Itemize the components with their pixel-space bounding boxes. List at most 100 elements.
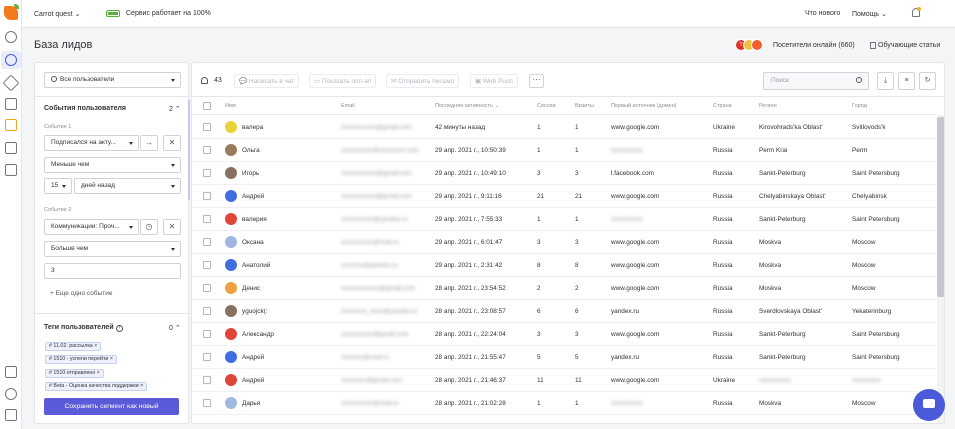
row-checkbox[interactable] [203,261,211,269]
send-email-button[interactable]: ✉ Отправить письмо [386,74,460,88]
tag-chip[interactable]: # Beta - Оценка качества поддержки × [45,382,148,391]
tag-chip[interactable]: # 11.02. рассылка × [45,342,102,351]
tag-chip[interactable]: # 1510 отправлено × [45,369,104,378]
event2-condition[interactable]: Больше чем [44,241,181,257]
event2-value-input[interactable]: 3 [44,263,181,279]
column-header[interactable]: Email [341,103,355,109]
lead-name[interactable]: Дарья [242,400,260,407]
remove-event1-button[interactable]: ✕ [163,135,181,151]
home-icon[interactable] [5,31,17,43]
column-header[interactable]: Страна [713,103,732,109]
table-row[interactable]: Ольга xxxxxxxxxx@xxxxxxxx.com 29 апр. 2021… [192,139,936,162]
analytics-icon[interactable] [5,164,17,176]
event1-condition[interactable]: Меньше чем [44,157,181,173]
table-row[interactable]: валера xxxxxxxxxxx@gmail.com 42 минуты наз… [192,116,936,139]
panel-scroll-indicator[interactable] [188,100,190,200]
row-checkbox[interactable] [203,353,211,361]
segment-select[interactable]: Все пользователи [44,72,181,88]
lead-name[interactable]: Оксана [242,239,264,246]
table-row[interactable]: валерия xxxxxxxxxx@yandex.ru 29 апр. 2021 … [192,208,936,231]
event1-period[interactable]: дней назад [74,178,181,194]
more-actions-button[interactable]: ··· [529,74,544,88]
column-header[interactable]: Сессии [537,103,556,109]
row-checkbox[interactable] [203,169,211,177]
column-header[interactable]: Последняя активность ⌄ [435,103,499,109]
chat-icon[interactable] [5,98,17,110]
table-row[interactable]: Александр xxxxxxxxxx@gmail.com 28 апр. 202… [192,323,936,346]
web-push-button[interactable]: ▣ Web Push [470,74,518,88]
help-menu[interactable]: Помощь ⌄ [852,10,887,18]
column-header[interactable]: Город [852,103,867,109]
table-row[interactable]: Денис xxxxxxxxxxxx@gmail.com 28 апр. 2021 … [192,277,936,300]
profile-icon[interactable] [5,409,17,421]
carrot-logo[interactable] [4,4,19,20]
events-count[interactable]: 2 ⌃ [169,105,181,113]
inbox-icon[interactable] [5,119,17,131]
project-switcher[interactable]: Carrot quest ⌄ [34,10,80,18]
table-row[interactable]: Андрей xxxxxxxxxxx@gmail.com 29 апр. 2021 … [192,185,936,208]
event2-select[interactable]: Коммуникации: Проч... [44,219,139,235]
lead-name[interactable]: Андрей [242,377,264,384]
event-arrow-button[interactable]: → [140,135,158,151]
row-checkbox[interactable] [203,376,211,384]
table-row[interactable]: yguojck(: xxxxxxxx_xxxx@yandex.ru 28 апр. … [192,300,936,323]
integrations-icon[interactable] [5,366,17,378]
refresh-button[interactable]: ↻ [919,72,936,90]
row-checkbox[interactable] [203,146,211,154]
remove-event2-button[interactable]: ✕ [163,219,181,235]
row-checkbox[interactable] [203,330,211,338]
table-row[interactable]: Анатолий xxxxxxx@yandex.ru 29 апр. 2021 г.… [192,254,936,277]
lead-name[interactable]: yguojck(: [242,308,268,315]
row-checkbox[interactable] [203,284,211,292]
cell-region: Sankt-Peterburg [759,216,806,223]
lead-name[interactable]: валера [242,124,263,131]
support-chat-button[interactable] [913,389,945,421]
table-row[interactable]: Андрей xxxxxxx@mail.ru 28 апр. 2021 г., 21… [192,346,936,369]
row-checkbox[interactable] [203,307,211,315]
row-checkbox[interactable] [203,123,211,131]
cell-email: xxxxxxxxxxx@gmail.com [341,170,412,177]
row-checkbox[interactable] [203,399,211,407]
rocket-icon[interactable] [2,74,20,92]
lead-name[interactable]: Андрей [242,354,264,361]
show-popup-button[interactable]: ▭ Показать поп-ап [309,74,377,88]
column-header[interactable]: Первый источник (домен) [611,103,676,109]
columns-button[interactable]: ≡ [898,72,915,90]
table-row[interactable]: Игорь xxxxxxxxxxx@gmail.com 29 апр. 2021 г… [192,162,936,185]
users-icon[interactable] [5,54,17,66]
education-icon[interactable] [5,142,17,154]
row-checkbox[interactable] [203,238,211,246]
tags-count[interactable]: 0 ⌃ [169,324,181,332]
export-button[interactable]: ⤓ [877,72,894,90]
lead-name[interactable]: Игорь [242,170,259,177]
search-input[interactable]: Поиск [763,72,869,90]
whats-new-link[interactable]: Что нового [805,10,840,17]
table-row[interactable]: Оксана xxxxxxxxxx@mail.ru 29 апр. 2021 г.,… [192,231,936,254]
lead-name[interactable]: Анатолий [242,262,270,269]
column-header[interactable]: Визиты [575,103,594,109]
guides-link[interactable]: Обучающие статьи [878,42,940,49]
save-segment-button[interactable]: Сохранить сегмент как новый [44,398,179,415]
settings-icon[interactable] [5,388,17,400]
lead-name[interactable]: валерия [242,216,267,223]
event-time-button[interactable]: ◷ [140,219,158,235]
row-checkbox[interactable] [203,192,211,200]
online-visitors-link[interactable]: Посетители онлайн (660) [773,42,855,49]
column-header[interactable]: Регион [759,103,777,109]
write-chat-button[interactable]: 💬 Написать в чат [234,74,300,88]
table-scrollbar-thumb[interactable] [937,117,944,297]
add-event-button[interactable]: + Еще одно событие [50,290,112,297]
table-row[interactable]: Андрей xxxxxxxx@gmail.com 28 апр. 2021 г.,… [192,369,936,392]
event1-number[interactable]: 15 [44,178,72,194]
lead-name[interactable]: Ольга [242,147,260,154]
lead-name[interactable]: Денис [242,285,260,292]
help-icon[interactable]: ? [115,325,123,332]
event1-select[interactable]: Подписался на акту... [44,135,139,151]
lead-name[interactable]: Александр [242,331,274,338]
lead-name[interactable]: Андрей [242,193,264,200]
select-all-checkbox[interactable] [203,102,211,110]
table-row[interactable]: Дарья xxxxxxxxxx@mail.ru 28 апр. 2021 г., … [192,392,936,415]
tag-chip[interactable]: # 1510 - успели перейти × [45,355,117,364]
column-header[interactable]: Имя [225,103,236,109]
row-checkbox[interactable] [203,215,211,223]
